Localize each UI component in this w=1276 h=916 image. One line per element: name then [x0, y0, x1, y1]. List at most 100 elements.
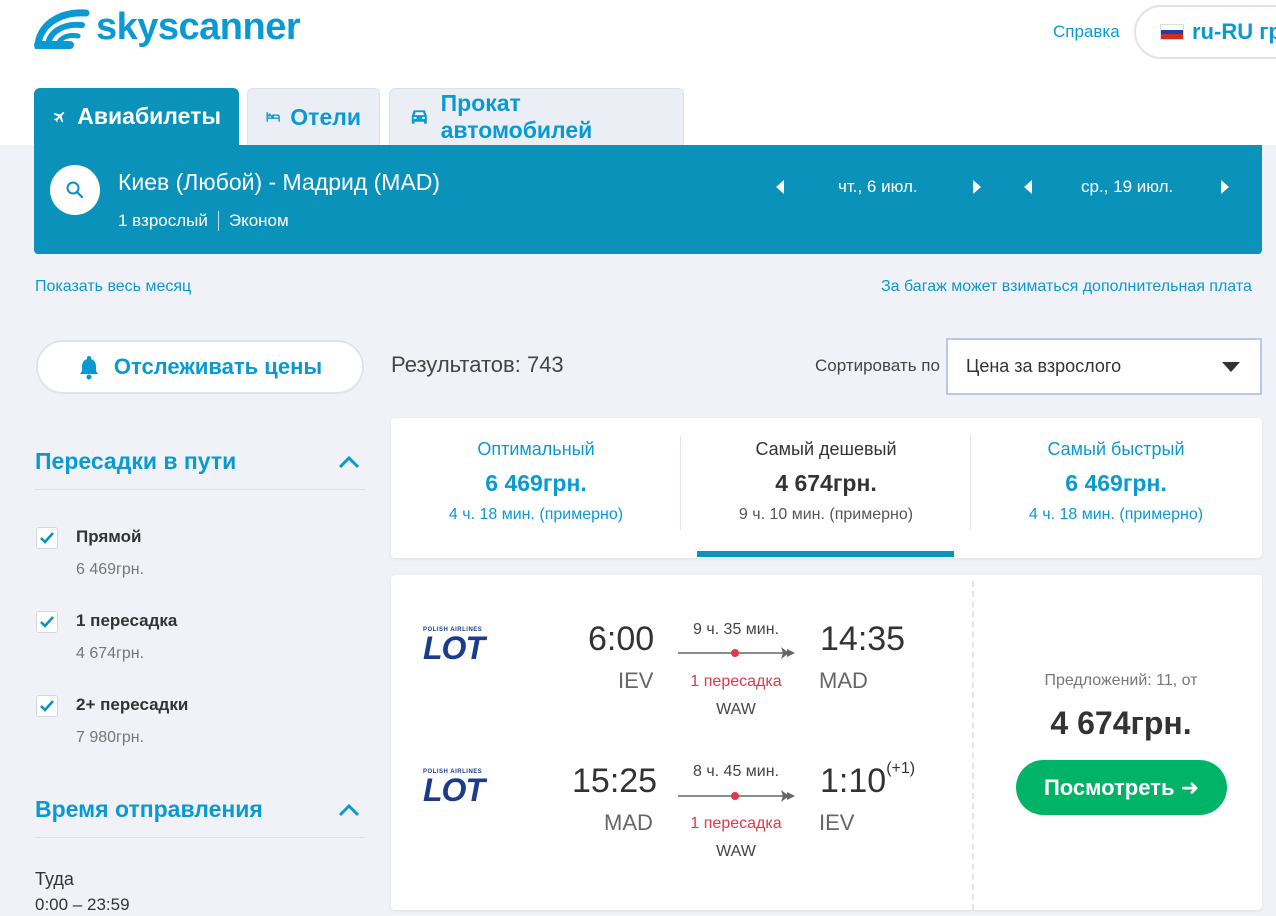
selected-sort-indicator	[697, 551, 954, 557]
card-divider	[972, 581, 974, 910]
search-button[interactable]	[50, 165, 100, 215]
arrival-airport: IEV	[819, 810, 855, 835]
arrival-airport: MAD	[819, 668, 868, 693]
stops-count[interactable]: 1 пересадка	[671, 815, 801, 833]
summary-title: Самый дешевый	[755, 439, 897, 459]
sort-select[interactable]: Цена за взрослого	[946, 338, 1262, 395]
stops-option-label[interactable]: 2+ пересадки	[76, 695, 188, 715]
russia-flag-icon	[1160, 24, 1184, 40]
search-icon	[66, 181, 84, 199]
chevron-down-icon	[1222, 362, 1240, 372]
departure-time: 6:00	[588, 620, 655, 658]
checkmark-icon	[40, 700, 54, 712]
help-link[interactable]: Справка	[1053, 22, 1120, 42]
summary-cheapest[interactable]: Самый дешевый 4 674грн. 9 ч. 10 мин. (пр…	[681, 418, 971, 558]
search-summary-bar[interactable]: Киев (Любой) - Мадрид (MAD) 1 взрослый Э…	[34, 145, 1262, 254]
divider	[35, 837, 365, 838]
checkbox-one-stop[interactable]	[36, 611, 58, 633]
chevron-right-icon	[1221, 180, 1229, 194]
skyscanner-logo-icon	[34, 8, 90, 49]
return-next-arrow[interactable]	[1215, 175, 1235, 199]
airline-logo-text: LOT	[423, 772, 485, 808]
offers-count: Предложений: 11, от	[1044, 672, 1198, 689]
summary-price: 4 674грн.	[775, 470, 877, 496]
route-line	[678, 790, 795, 802]
flight-duration: 9 ч. 35 мин.	[692, 621, 780, 638]
chevron-right-icon	[973, 180, 981, 194]
divider	[35, 489, 365, 490]
stops-option-label[interactable]: Прямой	[76, 527, 142, 547]
stopover-airport: WAW	[716, 843, 756, 860]
chevron-left-icon	[1024, 180, 1032, 194]
sort-summary-card: Оптимальный 6 469грн. 4 ч. 18 мин. (прим…	[391, 418, 1262, 558]
outbound-time-range: 0:00 – 23:59	[35, 895, 130, 914]
departure-airport: MAD	[604, 810, 653, 835]
depart-prev-arrow[interactable]	[770, 175, 790, 199]
tab-flights[interactable]: Авиабилеты	[34, 88, 239, 145]
passenger-info[interactable]: 1 взрослый Эконом	[118, 211, 289, 231]
chevron-up-icon[interactable]	[338, 455, 360, 469]
airline-logo-text: LOT	[423, 630, 485, 666]
checkbox-two-plus-stops[interactable]	[36, 695, 58, 717]
stops-option-price: 7 980грн.	[76, 729, 145, 746]
locale-label: ru-RU гр	[1192, 19, 1276, 44]
stops-filter-title[interactable]: Пересадки в пути	[35, 448, 236, 475]
summary-fastest[interactable]: Самый быстрый 6 469грн. 4 ч. 18 мин. (пр…	[971, 418, 1261, 558]
chevron-up-icon[interactable]	[338, 803, 360, 817]
bed-icon	[266, 112, 280, 122]
summary-price: 6 469грн.	[1065, 470, 1167, 496]
tab-hotels-label: Отели	[290, 103, 361, 130]
show-month-link[interactable]: Показать весь месяц	[35, 278, 191, 296]
tab-car-hire[interactable]: Прокат автомобилей	[389, 88, 684, 145]
tab-hotels[interactable]: Отели	[247, 88, 380, 145]
arrival-day-offset: (+1)	[886, 760, 916, 777]
stops-count[interactable]: 1 пересадка	[671, 673, 801, 691]
summary-best[interactable]: Оптимальный 6 469грн. 4 ч. 18 мин. (прим…	[391, 418, 681, 558]
baggage-fee-link[interactable]: За багаж может взиматься дополнительная …	[881, 278, 1252, 296]
arrival-time: 14:35	[820, 620, 905, 659]
return-date[interactable]: ср., 19 июл.	[1081, 177, 1173, 197]
plane-icon	[53, 111, 65, 123]
track-prices-button[interactable]: Отслеживать цены	[36, 340, 364, 394]
airline-logo: POLISH AIRLINES LOT	[423, 769, 485, 808]
depart-date[interactable]: чт., 6 июл.	[838, 177, 918, 197]
summary-duration: 4 ч. 18 мин. (примерно)	[448, 506, 624, 523]
summary-duration: 4 ч. 18 мин. (примерно)	[1028, 506, 1204, 523]
departure-airport: IEV	[618, 668, 654, 693]
tab-car-hire-label: Прокат автомобилей	[440, 90, 593, 143]
outbound-label: Туда	[35, 869, 74, 889]
stops-option-price: 4 674грн.	[76, 645, 145, 662]
stopover-airport: WAW	[716, 701, 756, 718]
summary-duration: 9 ч. 10 мин. (примерно)	[738, 506, 914, 523]
logo-text: skyscanner	[96, 6, 301, 48]
track-prices-label: Отслеживать цены	[113, 354, 323, 379]
tab-flights-label: Авиабилеты	[77, 103, 221, 129]
view-deal-button[interactable]: Посмотреть ➜	[1016, 760, 1227, 815]
flight-duration: 8 ч. 45 мин.	[692, 763, 780, 780]
sort-value: Цена за взрослого	[966, 356, 1122, 376]
locale-button[interactable]: ru-RU гр	[1134, 5, 1276, 59]
cabin-class: Эконом	[228, 211, 289, 230]
airline-logo: POLISH AIRLINES LOT	[423, 627, 485, 666]
results-count: Результатов: 743	[391, 352, 564, 377]
view-deal-label: Посмотреть ➜	[1043, 774, 1200, 800]
arrival-time: 1:10(+1)	[820, 760, 916, 801]
flight-result-card[interactable]: POLISH AIRLINES LOT 6:00 IEV 9 ч. 35 мин…	[391, 575, 1262, 910]
summary-title: Оптимальный	[477, 439, 595, 459]
depart-next-arrow[interactable]	[967, 175, 987, 199]
stops-option-label[interactable]: 1 пересадка	[76, 611, 177, 631]
return-prev-arrow[interactable]	[1018, 175, 1038, 199]
departure-time: 15:25	[572, 762, 658, 800]
checkbox-direct[interactable]	[36, 527, 58, 549]
car-icon	[411, 110, 427, 124]
route-text[interactable]: Киев (Любой) - Мадрид (MAD)	[118, 169, 440, 196]
checkmark-icon	[40, 532, 54, 544]
result-price: 4 674грн.	[1050, 705, 1192, 741]
skyscanner-logo[interactable]: skyscanner	[34, 6, 301, 49]
summary-price: 6 469грн.	[485, 470, 587, 496]
summary-title: Самый быстрый	[1047, 439, 1185, 459]
bell-icon	[79, 356, 98, 380]
departure-time-filter-title[interactable]: Время отправления	[35, 796, 263, 823]
sort-label: Сортировать по	[815, 356, 940, 375]
passengers-count: 1 взрослый	[118, 211, 208, 230]
